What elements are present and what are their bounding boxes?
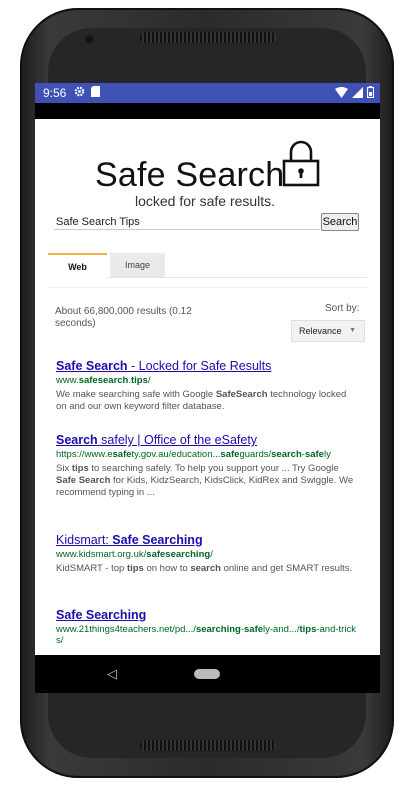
status-time: 9:56 xyxy=(43,86,67,100)
top-speaker xyxy=(140,32,276,43)
wifi-icon xyxy=(335,86,348,101)
result-title-link[interactable]: Safe Searching xyxy=(56,608,356,623)
back-triangle-icon[interactable]: ◁ xyxy=(107,666,117,682)
gear-icon xyxy=(74,86,85,100)
app-top-band xyxy=(35,103,380,119)
sort-label: Sort by: xyxy=(325,303,360,314)
signal-icon xyxy=(352,86,363,101)
dropdown-caret-icon: ▼ xyxy=(349,327,356,334)
page-subtitle: locked for safe results. xyxy=(135,193,276,209)
phone-screen: 9:56 Safe Search locked for safe results… xyxy=(35,83,380,693)
page-content: Safe Search locked for safe results. Sea… xyxy=(35,119,380,655)
tab-web[interactable]: Web xyxy=(48,253,107,279)
search-result: Safe Searching www.21things4teachers.net… xyxy=(56,608,356,646)
result-snippet: We make searching safe with Google SafeS… xyxy=(56,389,347,412)
result-title-link[interactable]: Safe Search - Locked for Safe Results xyxy=(56,359,356,374)
result-url: www.safesearch.tips/ xyxy=(56,375,151,386)
padlock-icon xyxy=(282,139,320,192)
status-bar: 9:56 xyxy=(35,83,380,103)
search-button[interactable]: Search xyxy=(321,213,359,231)
result-snippet: KidSMART - top tips on how to search onl… xyxy=(56,563,353,574)
page-title: Safe Search xyxy=(95,156,285,194)
sort-value: Relevance xyxy=(299,326,342,336)
result-title-link[interactable]: Kidsmart: Safe Searching xyxy=(56,533,356,548)
sort-dropdown[interactable]: Relevance ▼ xyxy=(291,320,365,342)
result-title-link[interactable]: Search safely | Office of the eSafety xyxy=(56,433,356,448)
sd-card-icon xyxy=(91,86,101,100)
result-url: www.21things4teachers.net/pd.../searchin… xyxy=(56,624,356,646)
result-snippet: Six tips to searching safely. To help yo… xyxy=(56,463,354,498)
android-nav-bar: ◁ xyxy=(35,655,380,693)
bottom-speaker xyxy=(140,740,276,751)
result-url: www.kidsmart.org.uk/safesearching/ xyxy=(56,549,213,560)
home-pill-icon[interactable] xyxy=(194,669,220,679)
result-tabs: Web Image xyxy=(48,253,367,279)
search-result: Safe Search - Locked for Safe Results ww… xyxy=(56,359,356,413)
search-result: Kidsmart: Safe Searching www.kidsmart.or… xyxy=(56,533,356,575)
result-count: About 66,800,000 results (0.12 seconds) xyxy=(55,306,192,329)
battery-icon xyxy=(366,86,375,101)
divider xyxy=(48,287,367,288)
tab-image[interactable]: Image xyxy=(110,253,165,277)
front-camera xyxy=(86,36,93,43)
search-result: Search safely | Office of the eSafety ht… xyxy=(56,433,356,499)
search-input[interactable] xyxy=(54,214,320,230)
result-url: https://www.esafety.gov.au/education...s… xyxy=(56,449,331,460)
